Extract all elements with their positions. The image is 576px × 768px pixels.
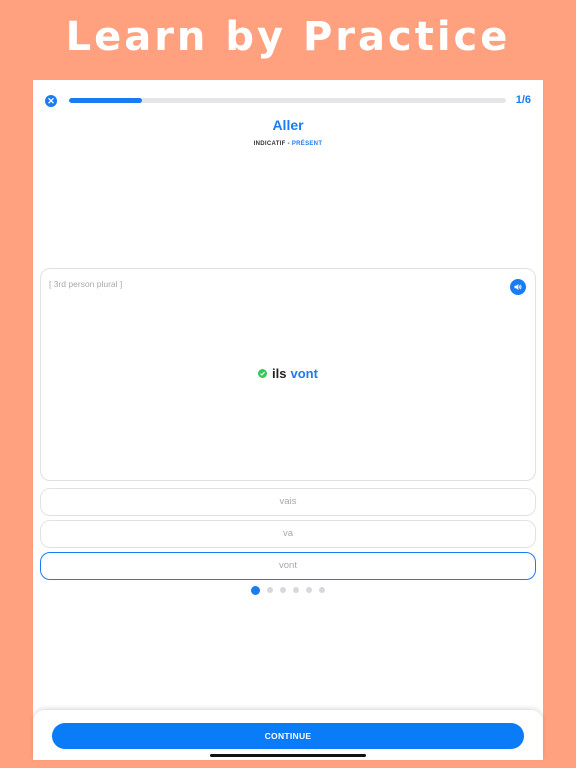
step-counter: 1/6 xyxy=(515,94,531,106)
close-icon[interactable]: ✕ xyxy=(45,95,57,107)
top-bar: ✕ 1/6 xyxy=(33,80,543,120)
option-button[interactable]: va xyxy=(40,520,536,548)
speaker-icon[interactable] xyxy=(510,279,526,295)
tense-label: INDICATIF - PRÉSENT xyxy=(33,141,543,147)
home-indicator xyxy=(210,754,366,757)
pagination-dot xyxy=(280,587,286,593)
check-circle-icon xyxy=(258,369,268,378)
tense-name: PRÉSENT xyxy=(291,141,323,147)
pagination-dots xyxy=(33,585,543,595)
verb-title: Aller xyxy=(272,117,304,133)
option-button[interactable]: vont xyxy=(40,552,536,580)
app-screen: ✕ 1/6 Aller INDICATIF - PRÉSENT [ 3rd pe… xyxy=(33,80,543,760)
person-hint: [ 3rd person plural ] xyxy=(49,279,123,289)
answer-display: ils vont xyxy=(41,366,535,381)
progress-bar xyxy=(69,98,506,103)
pagination-dot xyxy=(251,585,260,595)
promo-headline: Learn by Practice xyxy=(65,14,511,60)
progress-fill xyxy=(69,98,142,103)
continue-button[interactable]: CONTINUE xyxy=(52,723,524,749)
option-button[interactable]: vais xyxy=(40,488,536,516)
bottom-panel: CONTINUE xyxy=(33,710,543,760)
pronoun: ils xyxy=(272,366,287,381)
question-card: [ 3rd person plural ] ils vont xyxy=(40,268,536,481)
pagination-dot xyxy=(293,587,299,593)
pagination-dot xyxy=(319,587,325,593)
mood-label: INDICATIF xyxy=(253,141,286,147)
pagination-dot xyxy=(267,587,273,593)
pagination-dot xyxy=(306,587,312,593)
conjugation: vont xyxy=(290,366,318,381)
